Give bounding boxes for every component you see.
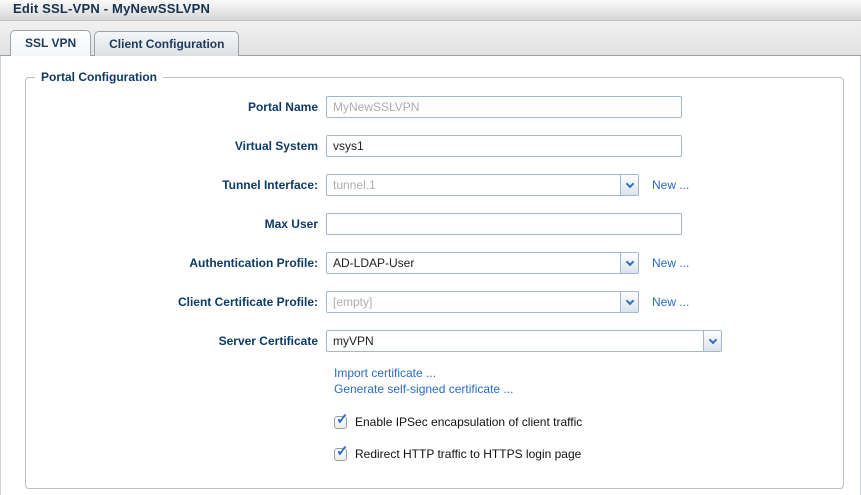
edit-sslvpn-dialog: Edit SSL-VPN - MyNewSSLVPN SSL VPN Clien…	[0, 0, 861, 495]
redirect-https-row: ✓ Redirect HTTP traffic to HTTPS login p…	[334, 447, 843, 461]
client-certificate-profile-label: Client Certificate Profile:	[26, 295, 326, 309]
chevron-down-icon[interactable]	[620, 253, 638, 273]
client-certificate-profile-new-link[interactable]: New ...	[652, 295, 689, 309]
tab-client-configuration[interactable]: Client Configuration	[94, 31, 239, 56]
certificate-links: Import certificate ... Generate self-sig…	[334, 365, 843, 397]
tab-content: Portal Configuration Portal Name Virtual…	[0, 56, 861, 495]
portal-configuration-legend: Portal Configuration	[35, 70, 163, 84]
checkmark-icon: ✓	[336, 442, 349, 460]
authentication-profile-value: AD-LDAP-User	[327, 253, 620, 273]
dialog-title: Edit SSL-VPN - MyNewSSLVPN	[13, 0, 210, 18]
server-certificate-select[interactable]: myVPN	[326, 330, 722, 352]
client-certificate-profile-select[interactable]: [empty]	[326, 291, 639, 313]
tunnel-interface-new-link[interactable]: New ...	[652, 178, 689, 192]
tunnel-interface-label: Tunnel Interface:	[26, 178, 326, 192]
authentication-profile-select[interactable]: AD-LDAP-User	[326, 252, 639, 274]
dialog-titlebar: Edit SSL-VPN - MyNewSSLVPN	[0, 0, 861, 21]
virtual-system-row: Virtual System	[26, 135, 843, 157]
ipsec-encapsulation-row: ✓ Enable IPSec encapsulation of client t…	[334, 415, 843, 429]
import-certificate-link[interactable]: Import certificate ...	[334, 365, 843, 381]
server-certificate-label: Server Certificate	[26, 334, 326, 348]
max-user-label: Max User	[26, 217, 326, 231]
portal-name-label: Portal Name	[26, 100, 326, 114]
max-user-input[interactable]	[326, 213, 682, 235]
tunnel-interface-value: tunnel.1	[327, 175, 620, 195]
authentication-profile-label: Authentication Profile:	[26, 256, 326, 270]
server-certificate-value: myVPN	[327, 331, 703, 351]
tunnel-interface-row: Tunnel Interface: tunnel.1 New ...	[26, 174, 843, 196]
authentication-profile-row: Authentication Profile: AD-LDAP-User New…	[26, 252, 843, 274]
chevron-down-icon[interactable]	[620, 175, 638, 195]
tunnel-interface-select[interactable]: tunnel.1	[326, 174, 639, 196]
portal-configuration-section: Portal Configuration Portal Name Virtual…	[25, 70, 844, 489]
portal-name-input[interactable]	[326, 96, 682, 118]
server-certificate-row: Server Certificate myVPN	[26, 330, 843, 352]
tab-ssl-vpn-label: SSL VPN	[25, 36, 76, 50]
client-certificate-profile-value: [empty]	[327, 292, 620, 312]
chevron-down-icon[interactable]	[620, 292, 638, 312]
ipsec-encapsulation-label: Enable IPSec encapsulation of client tra…	[355, 415, 582, 429]
tab-bar: SSL VPN Client Configuration	[0, 21, 861, 56]
ipsec-encapsulation-checkbox[interactable]: ✓	[334, 416, 347, 429]
tab-client-configuration-label: Client Configuration	[109, 37, 224, 51]
redirect-https-label: Redirect HTTP traffic to HTTPS login pag…	[355, 447, 581, 461]
virtual-system-input[interactable]	[326, 135, 682, 157]
portal-name-row: Portal Name	[26, 96, 843, 118]
tab-ssl-vpn[interactable]: SSL VPN	[10, 30, 91, 56]
virtual-system-label: Virtual System	[26, 139, 326, 153]
checkmark-icon: ✓	[336, 410, 349, 428]
redirect-https-checkbox[interactable]: ✓	[334, 448, 347, 461]
client-certificate-profile-row: Client Certificate Profile: [empty] New …	[26, 291, 843, 313]
generate-self-signed-certificate-link[interactable]: Generate self-signed certificate ...	[334, 381, 843, 397]
max-user-row: Max User	[26, 213, 843, 235]
chevron-down-icon[interactable]	[703, 331, 721, 351]
authentication-profile-new-link[interactable]: New ...	[652, 256, 689, 270]
